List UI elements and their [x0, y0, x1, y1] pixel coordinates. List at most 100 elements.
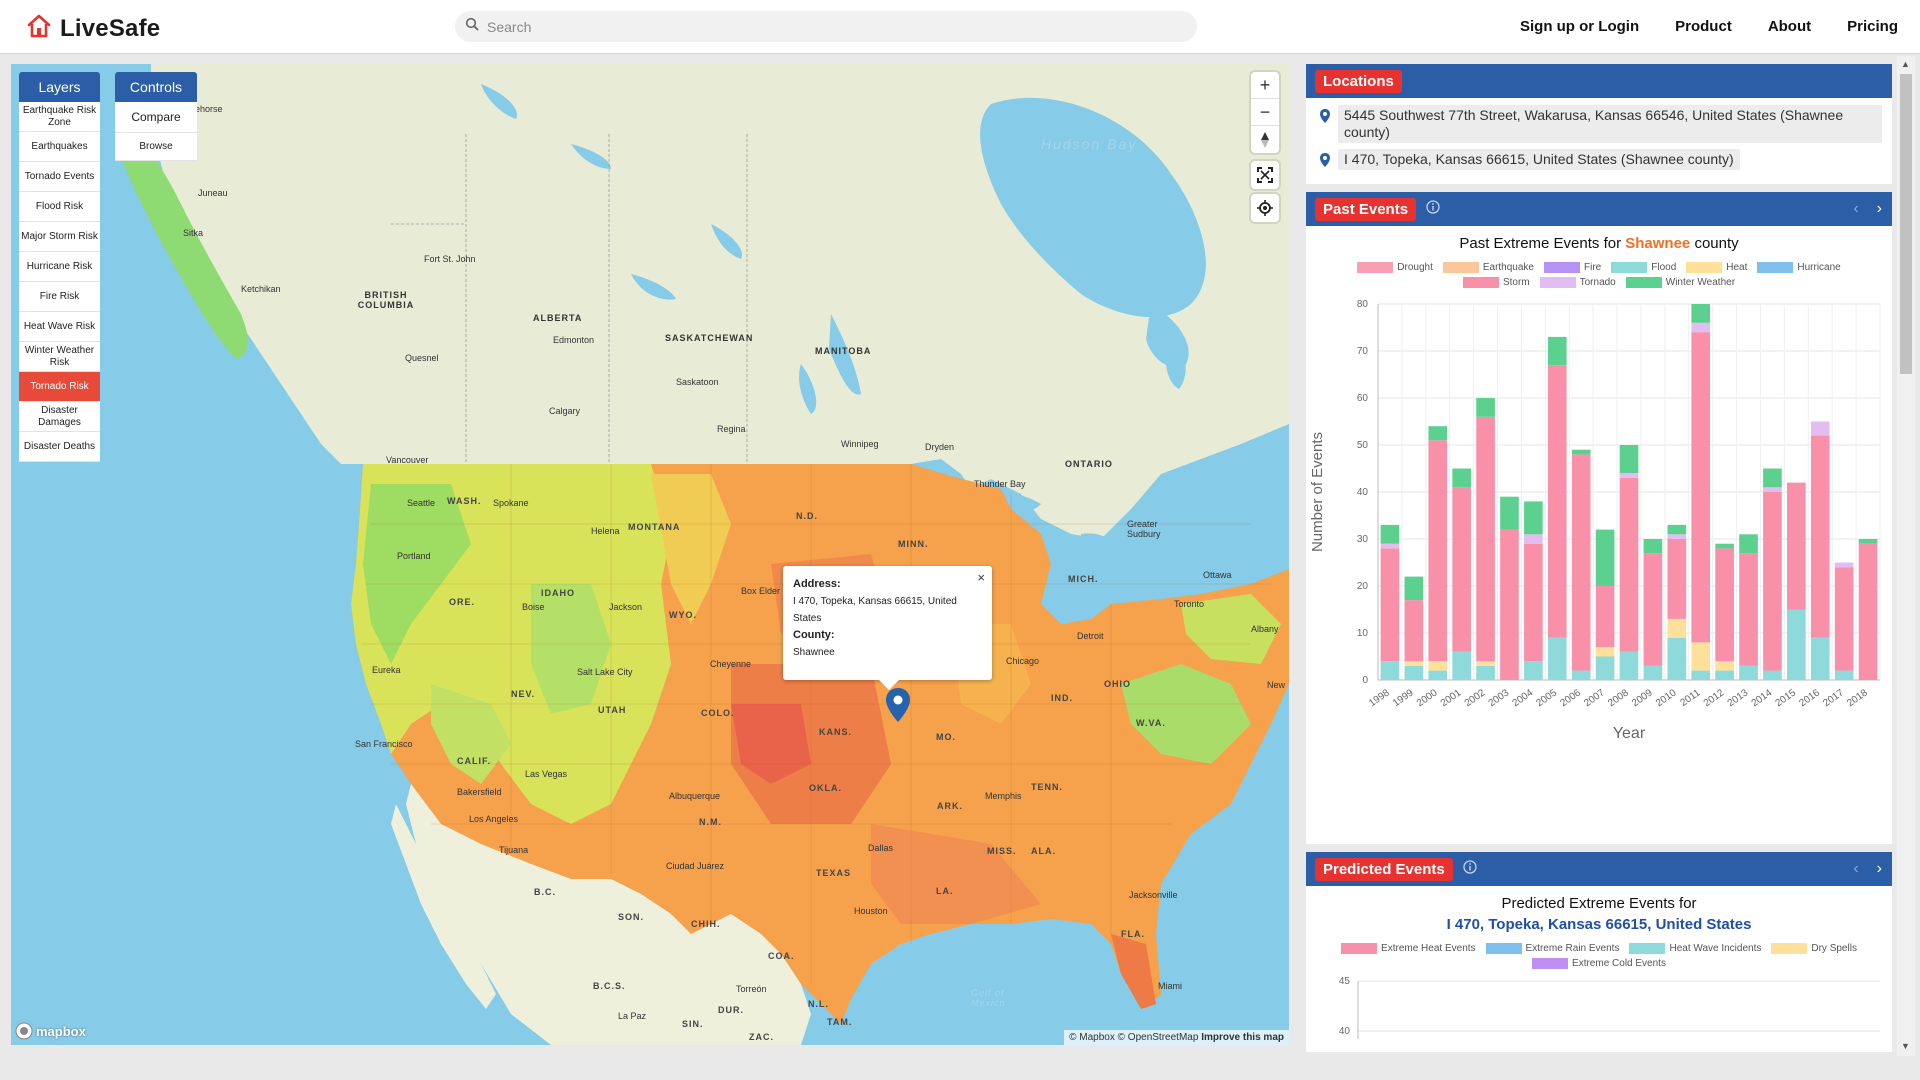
bar-segment[interactable]	[1404, 576, 1424, 601]
next-arrow-icon[interactable]: ›	[1877, 860, 1882, 878]
bar-segment[interactable]	[1380, 524, 1400, 544]
bar-segment[interactable]	[1810, 637, 1830, 680]
bar-segment[interactable]	[1428, 670, 1448, 680]
bar-segment[interactable]	[1619, 445, 1639, 474]
bar-segment[interactable]	[1763, 670, 1782, 680]
compass-button[interactable]	[1251, 126, 1279, 153]
attribution-osm[interactable]: © OpenStreetMap	[1118, 1032, 1199, 1043]
bar-segment[interactable]	[1787, 609, 1806, 681]
browse-button[interactable]: Browse	[115, 133, 197, 161]
bar-segment[interactable]	[1476, 665, 1495, 680]
legend-item[interactable]: Drought	[1357, 262, 1433, 273]
bar-segment[interactable]	[1619, 477, 1639, 652]
bar-segment[interactable]	[1691, 304, 1711, 323]
bar-segment[interactable]	[1763, 468, 1782, 488]
legend-item[interactable]: Hurricane	[1757, 262, 1841, 273]
app-logo[interactable]: LiveSafe	[26, 13, 160, 44]
bar-segment[interactable]	[1524, 534, 1543, 544]
bar-segment[interactable]	[1595, 529, 1615, 586]
bar-segment[interactable]	[1500, 529, 1519, 680]
bar-segment[interactable]	[1643, 665, 1663, 680]
bar-segment[interactable]	[1619, 473, 1639, 478]
bar-segment[interactable]	[1763, 487, 1782, 492]
bar-segment[interactable]	[1380, 661, 1400, 680]
bar-segment[interactable]	[1787, 482, 1806, 610]
bar-segment[interactable]	[1643, 539, 1663, 554]
bar-segment[interactable]	[1428, 661, 1448, 671]
legend-item[interactable]: Earthquake	[1442, 262, 1534, 273]
bar-segment[interactable]	[1619, 651, 1639, 680]
nav-product[interactable]: Product	[1675, 18, 1732, 35]
legend-item[interactable]: Extreme Heat Events	[1341, 943, 1476, 954]
bar-segment[interactable]	[1858, 539, 1878, 544]
bar-segment[interactable]	[1404, 661, 1424, 666]
bar-segment[interactable]	[1428, 426, 1448, 441]
layer-earthquakes[interactable]: Earthquakes	[19, 132, 100, 162]
bar-segment[interactable]	[1524, 501, 1543, 535]
prev-arrow-icon[interactable]: ‹	[1853, 200, 1858, 218]
bar-segment[interactable]	[1476, 661, 1495, 666]
nav-pricing[interactable]: Pricing	[1847, 18, 1898, 35]
zoom-out-button[interactable]: −	[1251, 99, 1279, 126]
layer-earthquake-risk-zone[interactable]: Earthquake Risk Zone	[19, 102, 100, 132]
layer-tornado-risk[interactable]: Tornado Risk	[19, 372, 100, 402]
mapbox-logo[interactable]: mapbox	[15, 1022, 86, 1040]
compare-button[interactable]: Compare	[115, 102, 197, 133]
bar-segment[interactable]	[1571, 449, 1591, 455]
layer-tornado-events[interactable]: Tornado Events	[19, 162, 100, 192]
bar-segment[interactable]	[1428, 440, 1448, 662]
bar-segment[interactable]	[1476, 398, 1495, 417]
legend-item[interactable]: Winter Weather	[1625, 277, 1735, 288]
bar-segment[interactable]	[1595, 586, 1615, 648]
layer-winter-weather-risk[interactable]: Winter Weather Risk	[19, 342, 100, 372]
bar-segment[interactable]	[1667, 618, 1687, 638]
bar-segment[interactable]	[1524, 543, 1543, 662]
legend-item[interactable]: Flood	[1611, 262, 1676, 273]
bar-segment[interactable]	[1643, 553, 1663, 666]
bar-segment[interactable]	[1715, 661, 1734, 671]
scroll-up-icon[interactable]: ▲	[1901, 59, 1910, 69]
nav-sign-up-login[interactable]: Sign up or Login	[1520, 18, 1639, 35]
map-view[interactable]: Hudson Bay BRITISH COLUMBIA ALBERTA SASK…	[11, 64, 1289, 1045]
bar-segment[interactable]	[1667, 539, 1687, 619]
bar-segment[interactable]	[1739, 665, 1758, 680]
bar-segment[interactable]	[1834, 670, 1854, 680]
page-scrollbar[interactable]: ▲ ▼	[1897, 56, 1915, 1056]
bar-segment[interactable]	[1380, 548, 1400, 662]
bar-segment[interactable]	[1739, 553, 1758, 666]
fullscreen-button[interactable]	[1251, 161, 1279, 189]
bar-segment[interactable]	[1547, 336, 1567, 366]
bar-segment[interactable]	[1667, 637, 1687, 680]
legend-item[interactable]: Dry Spells	[1771, 943, 1857, 954]
legend-item[interactable]: Extreme Cold Events	[1532, 958, 1666, 969]
bar-segment[interactable]	[1715, 670, 1734, 680]
bar-segment[interactable]	[1834, 562, 1854, 568]
legend-item[interactable]: Storm	[1462, 277, 1530, 288]
info-icon[interactable]	[1426, 199, 1440, 219]
layer-flood-risk[interactable]: Flood Risk	[19, 192, 100, 222]
bar-segment[interactable]	[1691, 332, 1711, 643]
improve-map-link[interactable]: Improve this map	[1201, 1032, 1284, 1043]
bar-segment[interactable]	[1595, 656, 1615, 681]
scroll-down-icon[interactable]: ▼	[1901, 1041, 1910, 1051]
bar-segment[interactable]	[1500, 496, 1519, 530]
bar-segment[interactable]	[1476, 416, 1495, 662]
location-item[interactable]: I 470, Topeka, Kansas 66615, United Stat…	[1320, 149, 1882, 170]
location-item[interactable]: 5445 Southwest 77th Street, Wakarusa, Ka…	[1320, 105, 1882, 143]
bar-segment[interactable]	[1404, 600, 1424, 662]
prev-arrow-icon[interactable]: ‹	[1853, 860, 1858, 878]
nav-about[interactable]: About	[1768, 18, 1811, 35]
geolocate-button[interactable]	[1251, 194, 1279, 222]
bar-segment[interactable]	[1834, 567, 1854, 671]
bar-segment[interactable]	[1691, 642, 1711, 671]
attribution-mapbox[interactable]: © Mapbox	[1069, 1032, 1115, 1043]
layer-major-storm-risk[interactable]: Major Storm Risk	[19, 222, 100, 252]
next-arrow-icon[interactable]: ›	[1877, 200, 1882, 218]
bar-segment[interactable]	[1739, 534, 1758, 554]
layer-disaster-damages[interactable]: Disaster Damages	[19, 402, 100, 432]
location-address[interactable]: I 470, Topeka, Kansas 66615, United Stat…	[1338, 149, 1740, 170]
layer-disaster-deaths[interactable]: Disaster Deaths	[19, 432, 100, 462]
bar-segment[interactable]	[1667, 534, 1687, 539]
bar-segment[interactable]	[1858, 543, 1878, 680]
bar-segment[interactable]	[1763, 492, 1782, 671]
